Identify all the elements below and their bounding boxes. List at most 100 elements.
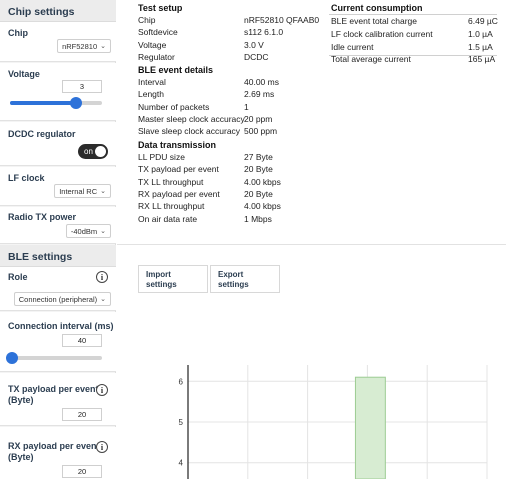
ble-event-details-title: BLE event details <box>138 65 214 75</box>
row-label: TX LL throughput <box>138 176 204 187</box>
row-value: 4.00 kbps <box>244 201 281 212</box>
dcdc-toggle-state: on <box>84 147 93 156</box>
radio-tx-select[interactable]: -40dBm ⌄ <box>65 224 111 238</box>
tx-payload-unit-label: (Byte) <box>8 395 34 405</box>
role-label: Role <box>8 272 28 282</box>
dcdc-label: DCDC regulator <box>8 129 76 139</box>
lf-clock-select-value: Internal RC <box>59 186 98 196</box>
lf-clock-select[interactable]: Internal RC ⌄ <box>54 184 111 198</box>
rx-payload-unit-label: (Byte) <box>8 452 34 462</box>
row-value: 1.0 µA <box>468 28 493 39</box>
chevron-down-icon: ⌄ <box>100 228 106 235</box>
chart-svg: 6 5 4 <box>179 365 488 479</box>
rx-payload-panel: RX payload per event (Byte) i 20 <box>0 427 116 479</box>
row-label: Length <box>138 89 164 100</box>
role-select[interactable]: Connection (peripheral) ⌄ <box>13 292 111 306</box>
row-label: RX LL throughput <box>138 201 205 212</box>
y-tick-label: 4 <box>179 459 184 468</box>
tx-payload-label: TX payload per event <box>8 384 99 394</box>
chevron-down-icon: ⌄ <box>100 188 106 195</box>
export-settings-label-2: settings <box>218 280 249 289</box>
current-chart: 6 5 4 <box>117 365 506 479</box>
voltage-slider[interactable] <box>10 97 102 109</box>
row-label: Softdevice <box>138 27 178 38</box>
row-value: 20 Byte <box>244 164 273 175</box>
row-value: DCDC <box>244 51 269 62</box>
row-value: 500 ppm <box>244 126 278 137</box>
lf-clock-label: LF clock <box>8 173 45 183</box>
lf-clock-panel: LF clock Internal RC ⌄ <box>0 167 116 206</box>
row-value: 3.0 V <box>244 39 264 50</box>
tx-payload-input[interactable]: 20 <box>62 408 102 421</box>
y-tick-label: 5 <box>179 418 184 427</box>
row-value: 1 <box>244 101 249 112</box>
import-settings-button[interactable]: Import settings <box>138 265 208 293</box>
row-value: s112 6.1.0 <box>244 27 284 38</box>
info-icon[interactable]: i <box>96 271 108 283</box>
voltage-slider-fill <box>10 101 77 105</box>
role-select-value: Connection (peripheral) <box>18 294 98 304</box>
radio-tx-select-value: -40dBm <box>70 226 98 236</box>
row-value: 6.49 µC <box>468 16 498 26</box>
row-label: Voltage <box>138 39 167 50</box>
row-label: Interval <box>138 77 166 87</box>
row-label: Regulator <box>138 51 175 62</box>
section-divider <box>117 244 506 245</box>
row-label: Number of packets <box>138 101 210 112</box>
radio-tx-label: Radio TX power <box>8 212 77 222</box>
voltage-input[interactable]: 3 <box>62 80 102 93</box>
chevron-down-icon: ⌄ <box>100 296 106 303</box>
conn-interval-input[interactable]: 40 <box>62 334 102 347</box>
row-value: 4.00 kbps <box>244 176 281 187</box>
row-value: 1 Mbps <box>244 213 272 224</box>
import-settings-label-1: Import <box>146 270 171 279</box>
chevron-down-icon: ⌄ <box>100 43 106 50</box>
conn-interval-panel: Connection interval (ms) 40 <box>0 312 116 372</box>
conn-interval-slider[interactable] <box>5 352 102 364</box>
chip-select[interactable]: nRF52810 ⌄ <box>57 39 111 53</box>
voltage-slider-handle[interactable] <box>70 97 83 109</box>
chip-select-value: nRF52810 <box>62 41 98 51</box>
row-label: RX payload per event <box>138 188 220 199</box>
row-label: TX payload per event <box>138 164 219 175</box>
row-label: LL PDU size <box>138 152 185 162</box>
info-icon[interactable]: i <box>96 384 108 396</box>
dcdc-panel: DCDC regulator on <box>0 122 116 166</box>
ble-settings-header: BLE settings <box>0 245 116 267</box>
current-consumption-divider <box>329 55 497 56</box>
row-label: Master sleep clock accuracy <box>138 113 245 124</box>
role-panel: Role i Connection (peripheral) ⌄ <box>0 267 116 311</box>
chip-settings-header: Chip settings <box>0 0 116 22</box>
row-value: nRF52810 QFAAB0 <box>244 15 320 25</box>
test-setup-title: Test setup <box>138 3 183 13</box>
rx-payload-input[interactable]: 20 <box>62 465 102 478</box>
row-label: On air data rate <box>138 213 198 224</box>
row-label: Idle current <box>331 41 374 52</box>
current-consumption-divider <box>329 14 497 15</box>
voltage-label: Voltage <box>8 69 40 79</box>
dcdc-toggle[interactable]: on <box>78 144 108 159</box>
conn-interval-slider-handle[interactable] <box>5 352 18 364</box>
chip-panel: Chip nRF52810 ⌄ <box>0 22 116 62</box>
radio-tx-panel: Radio TX power -40dBm ⌄ <box>0 207 116 244</box>
settings-sidebar: Chip settings Chip nRF52810 ⌄ Voltage 3 … <box>0 0 116 479</box>
data-transmission-title: Data transmission <box>138 140 217 150</box>
export-settings-button[interactable]: Export settings <box>210 265 280 293</box>
info-icon[interactable]: i <box>96 441 108 453</box>
row-value: 27 Byte <box>244 152 273 162</box>
row-value: 1.5 µA <box>468 41 493 52</box>
voltage-panel: Voltage 3 <box>0 63 116 121</box>
current-consumption-title: Current consumption <box>331 3 423 13</box>
rx-payload-label: RX payload per event <box>8 441 100 451</box>
toggle-knob <box>95 146 106 157</box>
tx-payload-panel: TX payload per event (Byte) i 20 <box>0 373 116 426</box>
y-tick-label: 6 <box>179 377 184 386</box>
row-label: Chip <box>138 15 156 25</box>
conn-interval-label: Connection interval (ms) <box>8 321 114 331</box>
export-settings-label-1: Export <box>218 270 244 279</box>
row-label: LF clock calibration current <box>331 28 433 39</box>
row-value: 2.69 ms <box>244 89 275 100</box>
chart-bar <box>354 376 386 479</box>
row-label: BLE event total charge <box>331 16 418 26</box>
row-value: 40.00 ms <box>244 77 279 87</box>
